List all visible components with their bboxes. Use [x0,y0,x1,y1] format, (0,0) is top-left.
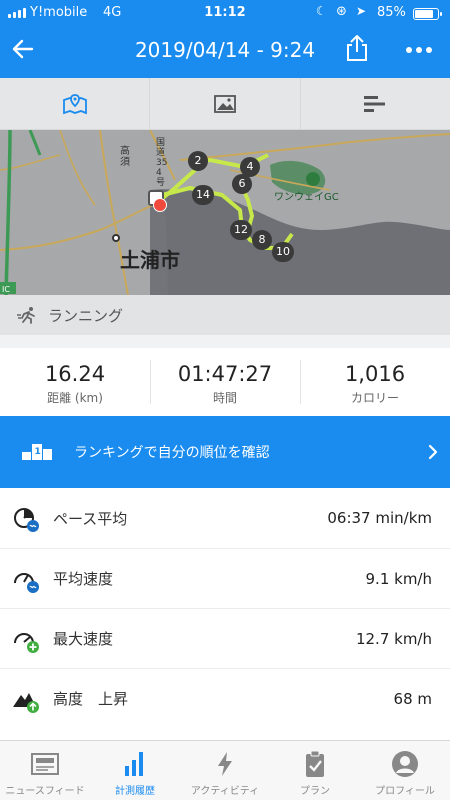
detail-label: 平均速度 [53,570,114,588]
activity-type-bar: ランニング [0,295,450,335]
header: Y!mobile 4G 11:12 ☾ ⊛ ➤ 85% 2019/04/14 -… [0,0,450,78]
nav-label: 計測履歴 [115,786,155,797]
more-icon[interactable] [404,40,434,60]
share-icon[interactable] [344,34,370,62]
elevation-gain-icon [13,693,39,713]
ranking-text: ランキングで自分の順位を確認 [74,445,270,461]
clipboard-icon [306,750,324,777]
station-icon [112,234,120,242]
summary-stats: 16.24 距離 (km) 01:47:27 時間 1,016 カロリー [0,348,450,416]
nav-item-profile[interactable]: プロフィール [360,741,450,800]
tab-stats[interactable] [301,78,450,129]
finish-marker-icon [153,198,167,212]
status-bar: Y!mobile 4G 11:12 ☾ ⊛ ➤ 85% [0,0,450,26]
route-marker: 14 [192,185,214,205]
golf-icon [306,172,320,186]
podium-icon: 1 [22,444,52,460]
list-item: ペース平均 06:37 min/km [0,488,450,548]
stat-value: 01:47:27 [177,362,273,386]
back-arrow-icon[interactable] [10,36,36,62]
image-icon [214,94,236,113]
map-place-label: ワンウェイGC [274,192,339,203]
map-canvas: IC [0,130,450,295]
stat-calories: 1,016 カロリー [300,348,450,416]
battery-icon [413,8,442,20]
nav-item-plan[interactable]: プラン [270,741,360,800]
route-marker: 2 [188,151,208,171]
detail-label: 高度 上昇 [53,690,129,708]
detail-value: 9.1 km/h [365,569,432,588]
stat-value: 16.24 [44,362,106,386]
route-map[interactable]: IC 高須 国道354号 土浦市 ワンウェイGC 2 4 6 14 12 8 1… [0,130,450,295]
route-marker: 10 [272,242,294,262]
location-icon: ➤ [356,4,367,18]
list-item: 最大速度 12.7 km/h [0,608,450,668]
lightning-icon [218,752,232,776]
moon-icon: ☾ [316,4,327,18]
battery-percent: 85% [377,5,406,20]
stat-label: カロリー [350,391,399,405]
stat-value: 1,016 [344,362,406,386]
running-icon [17,307,35,324]
nav-item-newsfeed[interactable]: ニュースフィード [0,741,90,800]
ranking-banner[interactable]: 1 ランキングで自分の順位を確認 [0,416,450,488]
nav-label: アクティビティ [190,786,260,797]
bar-list-icon [364,95,386,112]
map-road-label: 高須 [120,146,130,168]
route-marker: 6 [232,174,252,194]
tab-map[interactable] [0,78,151,129]
bottom-nav: ニュースフィード 計測履歴 アクティビティ プラン プロフィール [0,740,450,800]
map-city-label: 土浦市 [120,248,180,272]
detail-list: ペース平均 06:37 min/km 平均速度 9.1 km/h 最大速度 12… [0,488,450,740]
route-marker: 8 [252,230,272,250]
average-speed-icon [14,573,39,593]
nav-item-activity[interactable]: アクティビティ [180,741,270,800]
map-icon [62,93,87,114]
list-item: 高度 上昇 68 m [0,668,450,728]
detail-label: ペース平均 [53,509,128,528]
stat-label: 距離 (km) [47,391,103,405]
route-marker: 12 [230,220,252,240]
nav-label: プラン [300,786,330,797]
history-chart-icon [125,752,143,776]
nav-item-history[interactable]: 計測履歴 [90,741,180,800]
detail-label: 最大速度 [53,630,114,648]
nav-label: プロフィール [375,786,435,797]
stat-distance: 16.24 距離 (km) [0,348,150,416]
pace-icon [14,508,39,532]
max-speed-icon [14,633,39,653]
stat-duration: 01:47:27 時間 [150,348,300,416]
view-tabs [0,78,450,130]
list-item: 平均速度 9.1 km/h [0,548,450,608]
detail-value: 12.7 km/h [355,629,432,648]
page-title: 2019/04/14 - 9:24 [134,38,316,62]
map-road-label: 国道354号 [156,138,168,188]
nav-label: ニュースフィード [5,786,85,797]
svg-text:1: 1 [35,447,41,457]
tab-photos[interactable] [150,78,301,129]
chevron-right-icon [428,444,438,460]
svg-text:IC: IC [2,285,10,294]
newsfeed-icon [31,753,59,775]
activity-type-label: ランニング [48,306,124,325]
detail-value: 06:37 min/km [327,509,432,527]
profile-icon [392,751,418,777]
detail-value: 68 m [393,689,432,708]
rotation-lock-icon: ⊛ [336,4,347,19]
stat-label: 時間 [212,391,237,405]
